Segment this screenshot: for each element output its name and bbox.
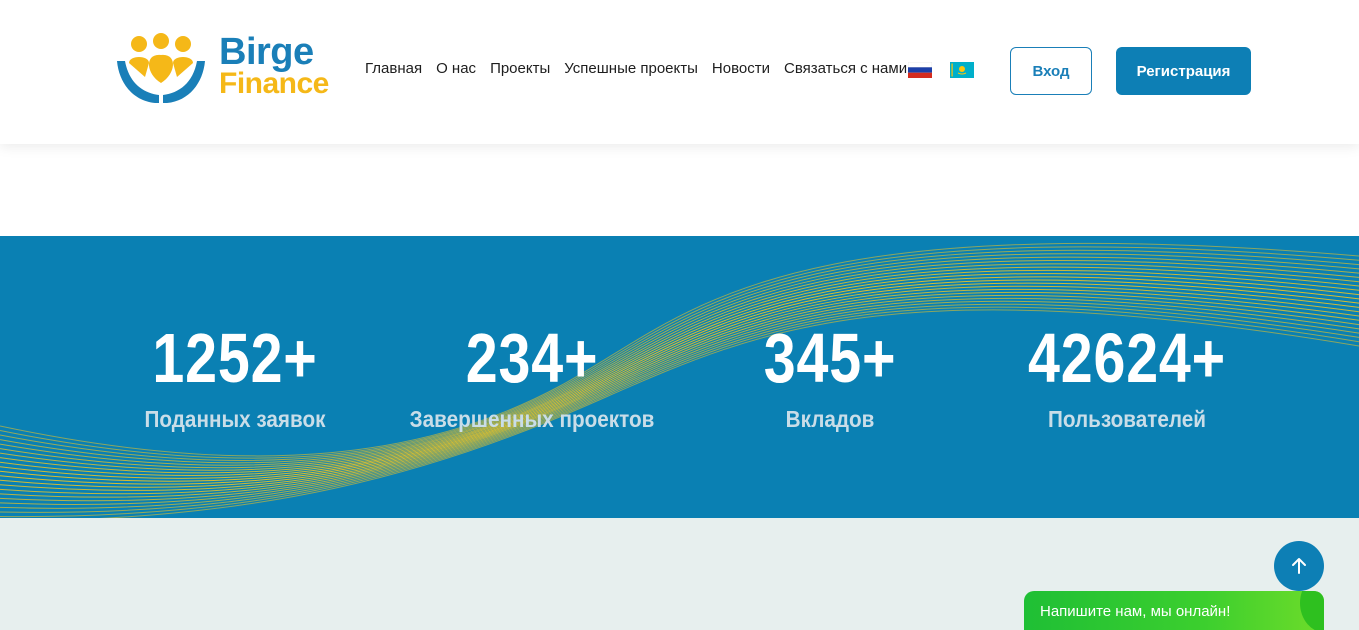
nav-item-about[interactable]: О нас [436, 60, 476, 77]
birge-finance-logo[interactable]: Birge Finance [115, 33, 335, 107]
nav-item-contact[interactable]: Связаться с нами [784, 60, 907, 77]
chat-bubble-icon [1300, 591, 1324, 630]
online-chat-widget[interactable]: Напишите нам, мы онлайн! [1024, 591, 1324, 630]
stat-label: Вкладов [785, 406, 875, 432]
nav-item-home[interactable]: Главная [365, 60, 422, 77]
scroll-to-top-button[interactable] [1274, 541, 1324, 591]
stat-label: Завершенных проектов [409, 406, 655, 432]
logo-wordmark: Birge Finance [219, 31, 329, 100]
register-button[interactable]: Регистрация [1116, 47, 1251, 95]
stat-value: 1252+ [152, 319, 318, 397]
nav-item-successful-projects[interactable]: Успешные проекты [564, 60, 698, 77]
nav-item-news[interactable]: Новости [712, 60, 770, 77]
stats-section: 1252+ Поданных заявок 234+ Завершенных п… [0, 236, 1359, 518]
site-header: Birge Finance Главная О нас Проекты Успе… [0, 0, 1359, 144]
stat-value: 345+ [763, 319, 897, 397]
main-nav: Главная О нас Проекты Успешные проекты Н… [365, 60, 907, 77]
stat-value: 42624+ [1027, 319, 1227, 397]
russia-flag-icon[interactable] [908, 62, 932, 78]
chat-widget-label: Напишите нам, мы онлайн! [1040, 603, 1231, 620]
stat-label: Пользователей [1047, 406, 1207, 432]
stat-label: Поданных заявок [144, 406, 326, 432]
nav-item-projects[interactable]: Проекты [490, 60, 550, 77]
kazakhstan-flag-icon[interactable] [950, 62, 974, 78]
hands-people-icon [117, 33, 205, 103]
arrow-up-icon [1292, 558, 1306, 574]
logo-word-birge: Birge [219, 31, 314, 73]
stat-value: 234+ [465, 319, 599, 397]
login-button[interactable]: Вход [1010, 47, 1092, 95]
logo-word-finance: Finance [219, 67, 329, 100]
